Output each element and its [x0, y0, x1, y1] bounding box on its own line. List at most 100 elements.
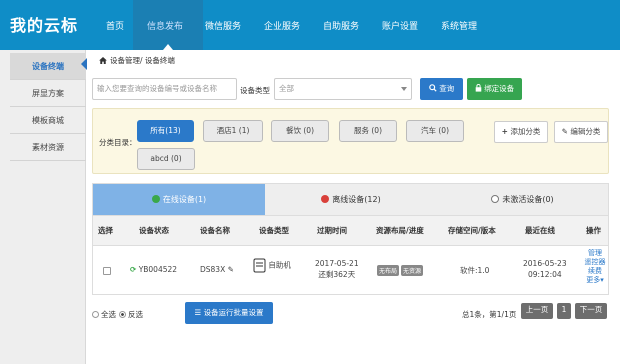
- device-status-tabs: 在线设备(1) 离线设备(12) 未激活设备(0): [92, 183, 609, 216]
- batch-settings-button[interactable]: ☰ 设备运行批量设置: [185, 302, 273, 324]
- device-type-value: 全部: [279, 84, 294, 93]
- device-type-label: 设备类型: [240, 86, 270, 95]
- row-type: 自助机: [253, 258, 291, 273]
- th-last-online: 最近在线: [525, 226, 555, 235]
- tab-inactive[interactable]: 未激活设备(0): [437, 184, 608, 215]
- table-header: 选择 设备状态 设备名称 设备类型 过期时间 资源布局/进度 存储空间/版本 最…: [92, 216, 609, 246]
- breadcrumb: 设备管理/ 设备终端: [99, 55, 175, 66]
- th-storage: 存储空间/版本: [448, 226, 496, 235]
- sidebar-item-template-store[interactable]: 模板商城: [10, 107, 86, 134]
- op-renew-link[interactable]: 续费: [583, 267, 607, 276]
- table-row: ⟳ YB004522 DS83X ✎ 自助机 2017-05-21 还剩362天…: [92, 246, 609, 295]
- row-last-date: 2016-05-23: [523, 259, 567, 268]
- main-content: 设备管理/ 设备终端 输入您要查询的设备编号或设备名称 设备类型 全部 查询 绑…: [87, 50, 620, 364]
- search-icon: [428, 84, 437, 92]
- chevron-down-icon: [401, 87, 407, 91]
- tab-online-label: 在线设备(1): [162, 195, 207, 204]
- tab-offline-label: 离线设备(12): [332, 195, 381, 204]
- sidebar-item-media[interactable]: 素材资源: [10, 134, 86, 161]
- row-last-time: 09:12:04: [527, 270, 562, 279]
- th-layout: 资源布局/进度: [376, 226, 424, 235]
- th-name: 设备名称: [200, 226, 230, 235]
- op-manage-link[interactable]: 管理: [583, 249, 607, 258]
- add-category-label: 添加分类: [510, 127, 541, 136]
- tag-no-layout: 无布局: [377, 265, 400, 276]
- row-expire: 2017-05-21 还剩362天: [315, 258, 359, 280]
- edit-category-button[interactable]: ✎ 编辑分类: [554, 121, 608, 143]
- add-category-button[interactable]: + 添加分类: [494, 121, 548, 143]
- lock-icon: [475, 83, 482, 92]
- th-type: 设备类型: [259, 226, 289, 235]
- list-icon: ☰: [194, 308, 202, 317]
- op-more-link[interactable]: 更多▾: [583, 276, 607, 285]
- invert-select-label: 反选: [128, 310, 143, 319]
- nav-home[interactable]: 首页: [106, 19, 124, 32]
- select-all-label: 全选: [101, 310, 116, 319]
- bind-device-button[interactable]: 绑定设备: [467, 78, 522, 100]
- category-service[interactable]: 服务 (0): [339, 120, 397, 142]
- online-status-icon: [151, 195, 160, 203]
- nav-system-admin[interactable]: 系统管理: [441, 19, 477, 32]
- search-input[interactable]: 输入您要查询的设备编号或设备名称: [92, 78, 237, 100]
- op-remote-link[interactable]: 遥控器: [583, 258, 607, 267]
- row-expire-left: 还剩362天: [318, 270, 356, 279]
- offline-status-icon: [321, 195, 330, 203]
- select-all-radio[interactable]: 全选: [92, 309, 116, 320]
- nav-self-service[interactable]: 自助服务: [323, 19, 359, 32]
- th-status: 设备状态: [139, 226, 169, 235]
- nav-enterprise-service[interactable]: 企业服务: [264, 19, 300, 32]
- tab-online[interactable]: 在线设备(1): [93, 184, 265, 215]
- pencil-icon: ✎: [561, 127, 568, 136]
- page-number-button[interactable]: 1: [557, 303, 571, 319]
- category-hotel[interactable]: 酒店1 (1): [203, 120, 263, 142]
- category-catering[interactable]: 餐饮 (0): [271, 120, 329, 142]
- invert-select-radio[interactable]: 反选: [119, 309, 143, 320]
- nav-info-publish[interactable]: 信息发布: [147, 19, 183, 32]
- edit-category-label: 编辑分类: [570, 127, 601, 136]
- row-expire-date: 2017-05-21: [315, 259, 359, 268]
- row-status: ⟳ YB004522: [130, 265, 177, 274]
- row-device-id: YB004522: [138, 265, 178, 274]
- edit-name-icon[interactable]: ✎: [228, 265, 234, 274]
- tab-inactive-label: 未激活设备(0): [502, 195, 554, 204]
- row-checkbox[interactable]: [103, 267, 111, 275]
- radio-checked-icon: [119, 311, 126, 318]
- breadcrumb-text: 设备管理/ 设备终端: [110, 56, 175, 65]
- brand-logo: 我的云标: [10, 16, 79, 35]
- tag-no-resource: 无资源: [401, 265, 424, 276]
- sidebar-item-devices[interactable]: 设备终端: [10, 53, 86, 80]
- radio-icon: [92, 311, 99, 318]
- th-expire: 过期时间: [317, 226, 347, 235]
- category-all[interactable]: 所有(13): [137, 120, 194, 142]
- batch-settings-label: 设备运行批量设置: [203, 308, 264, 317]
- category-panel: 分类目录： 所有(13) 酒店1 (1) 餐饮 (0) 服务 (0) 汽车 (0…: [92, 108, 609, 174]
- top-nav-bar: 我的云标 首页 信息发布 微信服务 企业服务 自助服务 账户设置 系统管理: [0, 0, 620, 50]
- category-label: 分类目录：: [99, 138, 137, 147]
- next-page-button[interactable]: 下一页: [575, 303, 607, 319]
- th-ops: 操作: [586, 226, 601, 235]
- refresh-icon: ⟳: [130, 265, 137, 274]
- device-type-select[interactable]: 全部: [274, 78, 412, 100]
- category-abcd[interactable]: abcd (0): [137, 148, 195, 170]
- row-layout: 无布局 无资源: [377, 265, 425, 276]
- row-device-type: 自助机: [268, 260, 291, 270]
- query-button-label: 查询: [439, 84, 455, 93]
- sidebar-item-screen-plans[interactable]: 屏显方案: [10, 80, 86, 107]
- row-name: DS83X ✎: [200, 265, 234, 274]
- tab-offline[interactable]: 离线设备(12): [265, 184, 437, 215]
- category-auto[interactable]: 汽车 (0): [406, 120, 464, 142]
- nav-wechat-service[interactable]: 微信服务: [205, 19, 241, 32]
- pagination-info: 总1条，第1/1页: [462, 310, 517, 319]
- inactive-status-icon: [491, 195, 500, 203]
- plus-icon: +: [501, 127, 508, 136]
- row-storage: 软件:1.0: [460, 266, 490, 275]
- kiosk-icon: [253, 258, 266, 273]
- row-operations: 管理 遥控器 续费 更多▾: [583, 249, 607, 285]
- query-button[interactable]: 查询: [420, 78, 463, 100]
- th-select: 选择: [98, 226, 113, 235]
- nav-account-settings[interactable]: 账户设置: [382, 19, 418, 32]
- prev-page-button[interactable]: 上一页: [521, 303, 553, 319]
- bind-device-button-label: 绑定设备: [484, 84, 515, 93]
- row-device-name: DS83X: [200, 265, 226, 274]
- home-icon: [99, 57, 107, 64]
